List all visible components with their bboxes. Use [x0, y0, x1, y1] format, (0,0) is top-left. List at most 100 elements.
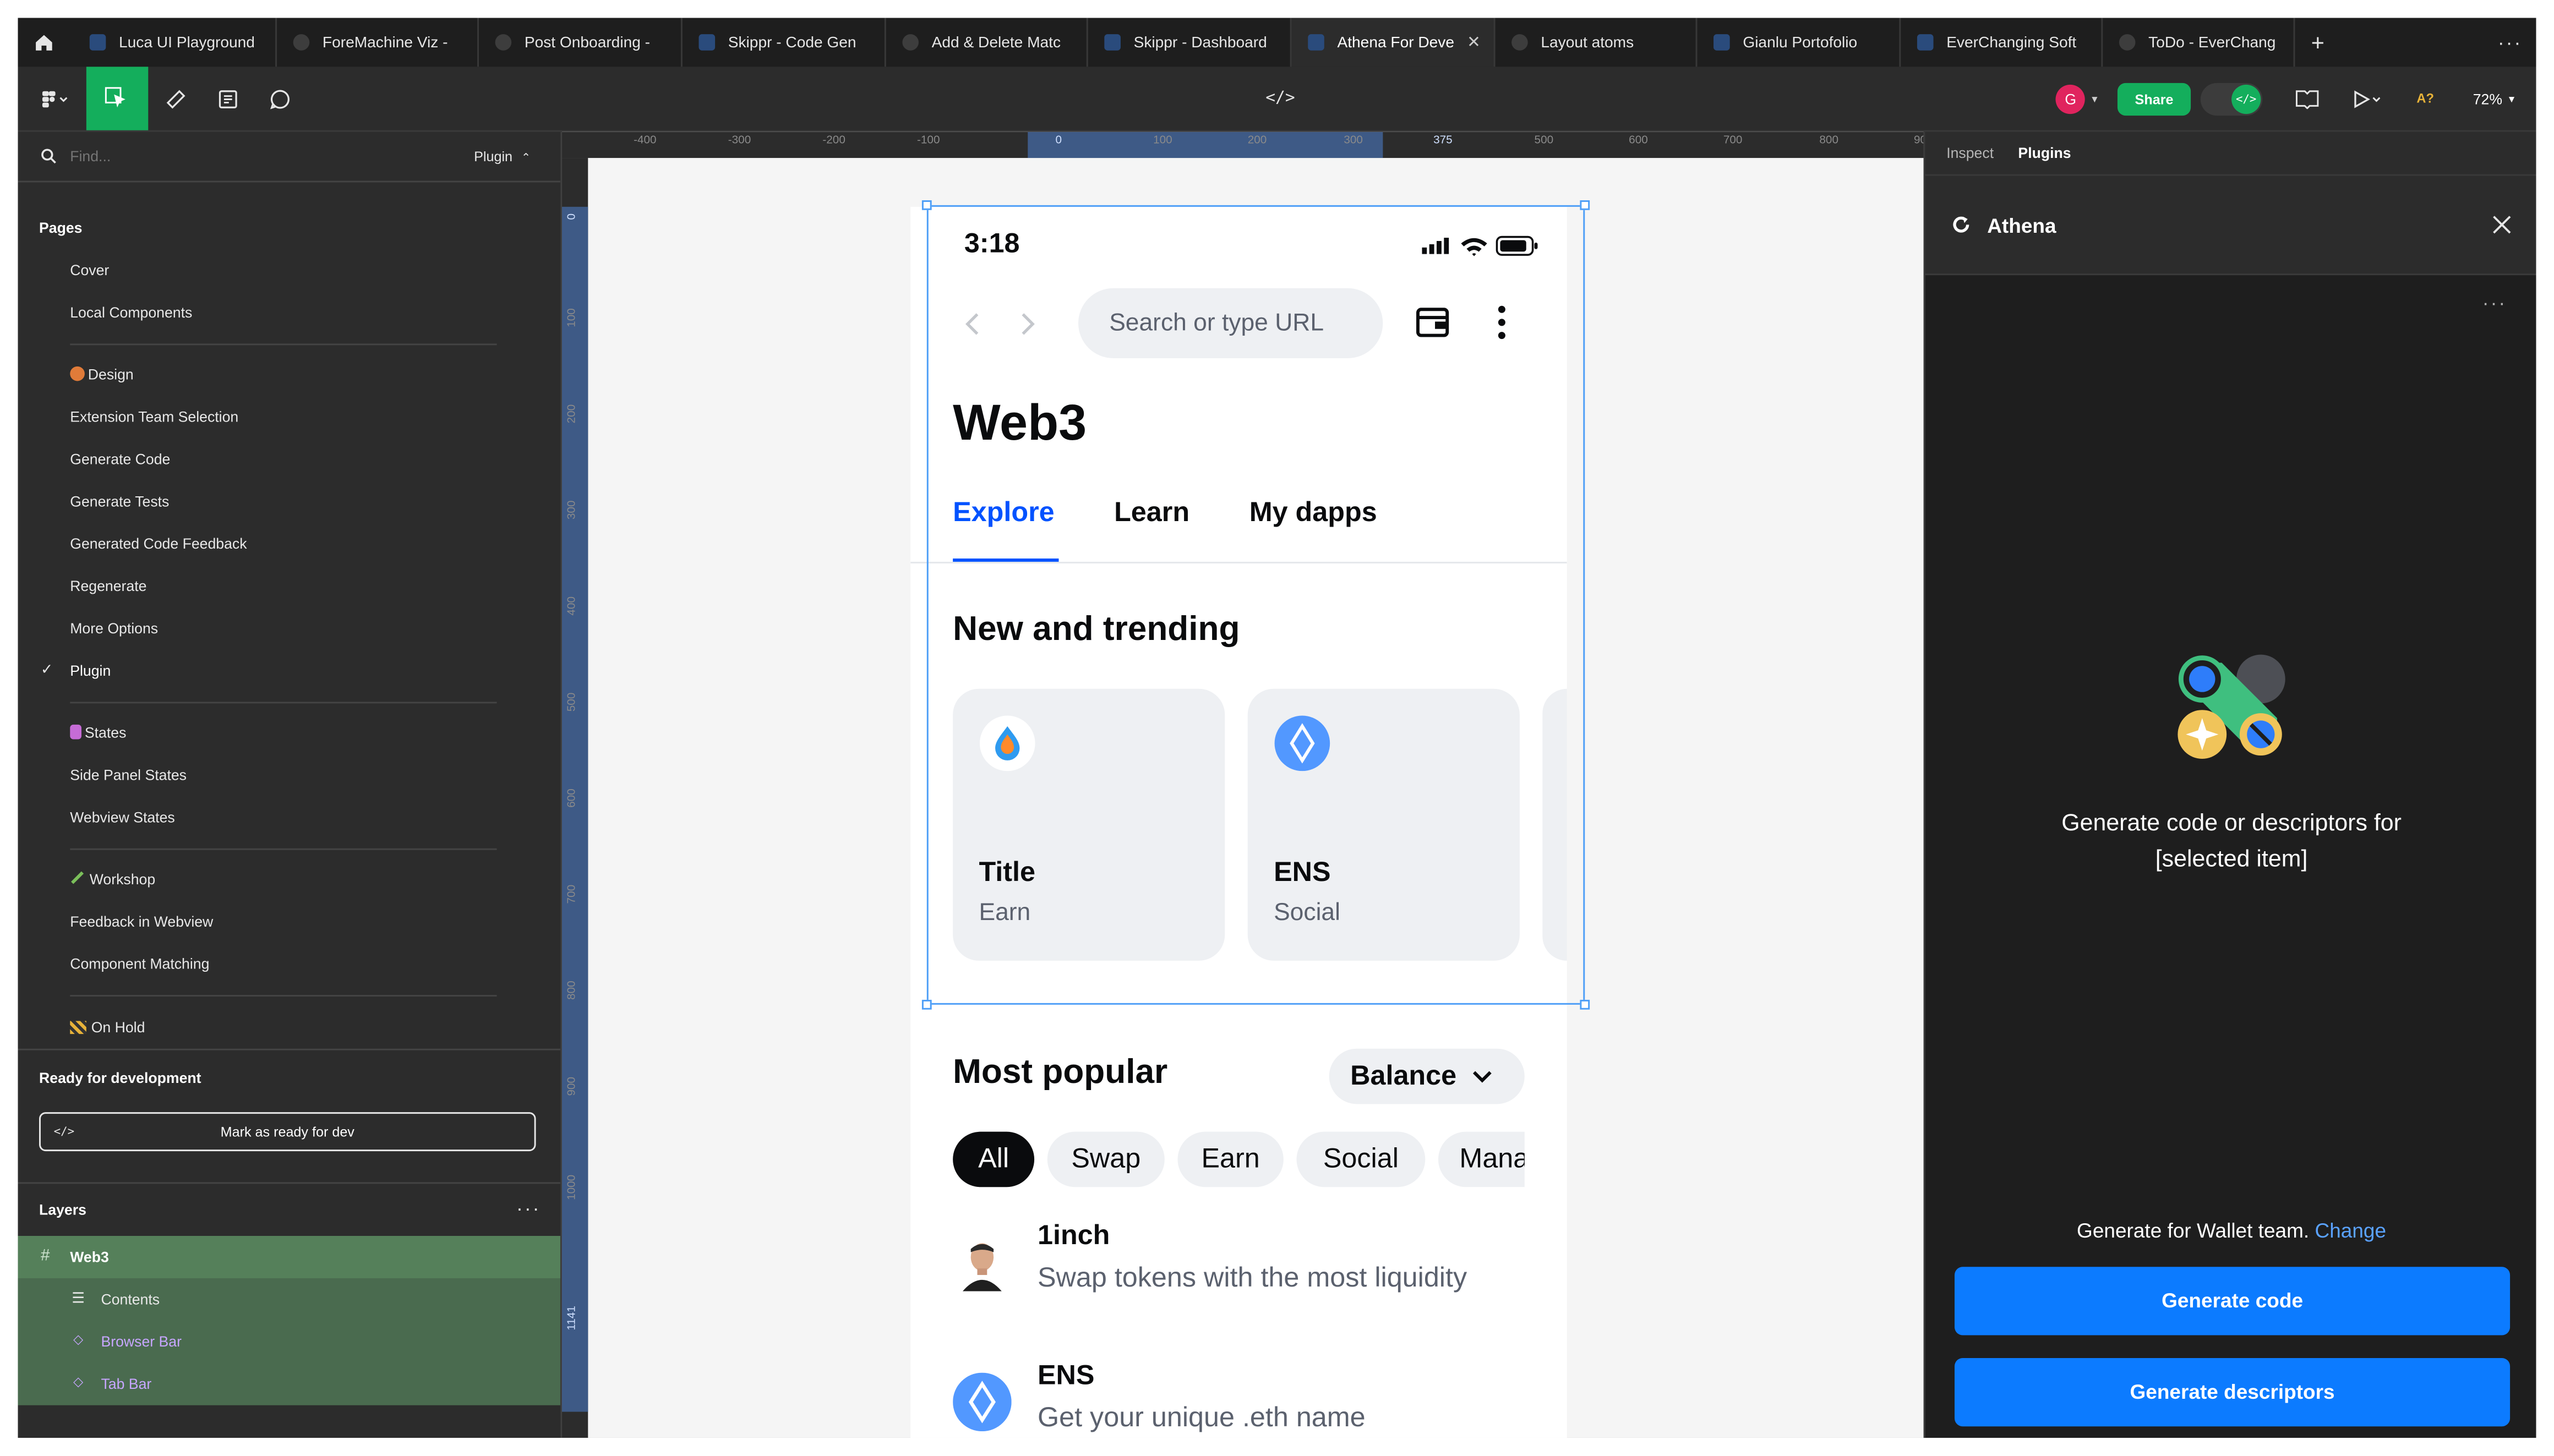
- text-tool-button[interactable]: [210, 67, 246, 130]
- page-feedback-in-webview[interactable]: Feedback in Webview: [70, 913, 213, 930]
- main-menu-button[interactable]: [28, 67, 83, 130]
- layer-row-web3[interactable]: # Web3: [18, 1236, 560, 1278]
- chevron-down-icon: ▾: [2092, 94, 2098, 105]
- page-generated-code-feedback[interactable]: Generated Code Feedback: [70, 536, 247, 552]
- tab-gianlu[interactable]: Gianlu Portofolio: [1697, 18, 1901, 67]
- tab-foremachine[interactable]: ForeMachine Viz -: [277, 18, 479, 67]
- filter-social[interactable]: Social: [1296, 1131, 1426, 1187]
- code-icon: </>: [53, 1125, 75, 1138]
- filter-earn[interactable]: Earn: [1177, 1131, 1284, 1187]
- find-input[interactable]: [67, 141, 399, 171]
- ruler-left: 0 100 200 300 400 500 600 700 800 900 10…: [561, 158, 588, 1438]
- plugin-more-button[interactable]: ···: [2482, 292, 2507, 314]
- tab-layout-atoms[interactable]: Layout atoms: [1496, 18, 1698, 67]
- chevron-up-icon: ⌃: [521, 153, 531, 165]
- 1inch-avatar-icon: [953, 1233, 1012, 1291]
- page-label: Design: [88, 366, 134, 383]
- cursor-icon: [105, 86, 125, 107]
- layers-more-button[interactable]: ···: [516, 1197, 541, 1219]
- dev-mode-toggle[interactable]: </>: [2200, 83, 2263, 116]
- code-icon: </>: [2231, 84, 2261, 114]
- mark-ready-button[interactable]: </> Mark as ready for dev: [39, 1112, 536, 1152]
- resize-handle[interactable]: [921, 999, 932, 1010]
- assistant-button[interactable]: A?: [2409, 67, 2442, 130]
- canvas[interactable]: -400 -300 -200 -100 0 100 200 300 375 50…: [561, 132, 1924, 1438]
- tab-skippr-dashboard[interactable]: Skippr - Dashboard: [1088, 18, 1292, 67]
- generate-code-button[interactable]: Generate code: [1955, 1267, 2511, 1335]
- balance-dropdown[interactable]: Balance: [1329, 1048, 1525, 1104]
- divider: [18, 180, 560, 183]
- list-item[interactable]: 1inch Swap tokens with the most liquidit…: [953, 1219, 1539, 1317]
- filter-mana[interactable]: Mana: [1438, 1131, 1525, 1187]
- tab-athena[interactable]: Athena For Deve ✕: [1291, 18, 1496, 67]
- more-icon: ···: [516, 1196, 541, 1220]
- page-design[interactable]: Design: [70, 366, 134, 383]
- window-menu-button[interactable]: ···: [2486, 18, 2535, 67]
- resize-handle[interactable]: [1580, 999, 1590, 1010]
- user-avatar-button[interactable]: G ▾: [2044, 67, 2109, 130]
- page-regenerate[interactable]: Regenerate: [70, 578, 146, 595]
- page-plugin[interactable]: Plugin: [70, 663, 111, 679]
- ruler-tick: 900: [1914, 135, 1924, 147]
- tab-label: Athena For Deve: [1337, 33, 1455, 52]
- comment-tool-button[interactable]: [262, 67, 298, 130]
- chevron-down-icon: [1473, 1071, 1492, 1083]
- ruler-tick: 375: [1433, 135, 1453, 147]
- tab-todo[interactable]: ToDo - EverChang: [2103, 18, 2295, 67]
- tab-label: Layout atoms: [1541, 33, 1634, 52]
- page-generate-tests[interactable]: Generate Tests: [70, 494, 169, 510]
- filter-clip: Mana: [1438, 1131, 1525, 1187]
- pencil-emoji-icon: [71, 871, 84, 884]
- generate-descriptors-button[interactable]: Generate descriptors: [1955, 1358, 2511, 1427]
- tab-luca-ui[interactable]: Luca UI Playground: [73, 18, 277, 67]
- page-local-components[interactable]: Local Components: [70, 304, 192, 321]
- tab-post-onboarding[interactable]: Post Onboarding -: [479, 18, 683, 67]
- refresh-icon[interactable]: [1951, 215, 1971, 235]
- find-scope-dropdown[interactable]: Plugin ⌃: [474, 148, 531, 165]
- ruler-tick: 800: [1819, 135, 1838, 147]
- team-line: Generate for Wallet team. Change: [1925, 1219, 2536, 1242]
- page-cover[interactable]: Cover: [70, 262, 109, 278]
- home-button[interactable]: [18, 18, 70, 67]
- page-states[interactable]: States: [70, 724, 126, 741]
- ruler-tick: -300: [728, 135, 751, 147]
- layer-row-contents[interactable]: ☰ Contents: [18, 1278, 560, 1321]
- ruler-tick: 1141: [566, 1306, 579, 1331]
- page-more-options[interactable]: More Options: [70, 620, 158, 637]
- list-item[interactable]: ENS Get your unique .eth name: [953, 1360, 1539, 1438]
- filter-all[interactable]: All: [953, 1131, 1035, 1187]
- layer-row-browser-bar[interactable]: ◇ Browser Bar: [18, 1321, 560, 1363]
- new-tab-button[interactable]: +: [2298, 18, 2337, 67]
- page-workshop[interactable]: Workshop: [70, 871, 155, 888]
- library-button[interactable]: [2289, 67, 2324, 130]
- page-extension-team-selection[interactable]: Extension Team Selection: [70, 409, 238, 425]
- change-team-link[interactable]: Change: [2315, 1219, 2387, 1242]
- tab-inspect[interactable]: Inspect: [1946, 145, 1994, 161]
- page-webview-states[interactable]: Webview States: [70, 809, 174, 826]
- resize-handle[interactable]: [921, 200, 932, 210]
- close-icon[interactable]: [2492, 215, 2512, 235]
- tab-plugins[interactable]: Plugins: [2018, 145, 2071, 161]
- filter-swap[interactable]: Swap: [1047, 1131, 1165, 1187]
- ruler-tick: 200: [1247, 135, 1267, 147]
- close-tab-icon[interactable]: ✕: [1467, 34, 1481, 52]
- screenshot: Luca UI Playground ForeMachine Viz - Pos…: [0, 0, 2554, 1456]
- toolbar: </> G ▾ Share </> A? 72% ▾: [18, 67, 2536, 132]
- page-side-panel-states[interactable]: Side Panel States: [70, 767, 187, 784]
- move-tool-button[interactable]: [86, 67, 149, 130]
- pen-tool-button[interactable]: [158, 67, 194, 130]
- tab-add-delete[interactable]: Add & Delete Matc: [886, 18, 1088, 67]
- zoom-dropdown[interactable]: 72% ▾: [2461, 67, 2526, 130]
- resize-handle[interactable]: [1580, 200, 1590, 210]
- figma-logo-icon: [42, 90, 68, 107]
- page-on-hold[interactable]: On Hold: [70, 1019, 145, 1036]
- plugin-headline-line1: Generate code or descriptors for: [2061, 811, 2402, 838]
- share-button[interactable]: Share: [2117, 83, 2191, 116]
- page-generate-code[interactable]: Generate Code: [70, 451, 170, 468]
- tab-everchanging[interactable]: EverChanging Soft: [1901, 18, 2103, 67]
- tab-skippr-code-gen[interactable]: Skippr - Code Gen: [683, 18, 886, 67]
- layer-row-tab-bar[interactable]: ◇ Tab Bar: [18, 1363, 560, 1405]
- list-item-name: ENS: [1037, 1359, 1095, 1391]
- present-button[interactable]: [2344, 67, 2389, 130]
- page-component-matching[interactable]: Component Matching: [70, 956, 209, 972]
